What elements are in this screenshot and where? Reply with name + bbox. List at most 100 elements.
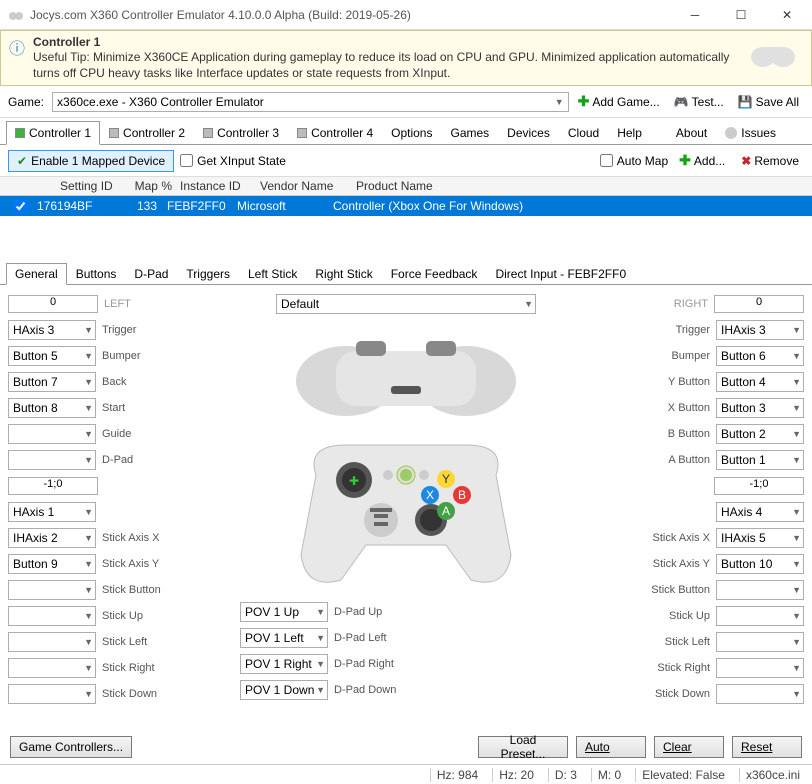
map-label: Stick Button xyxy=(102,584,200,596)
svg-text:Y: Y xyxy=(442,472,450,486)
window-title: Jocys.com X360 Controller Emulator 4.10.… xyxy=(30,8,672,22)
game-combo[interactable]: x360ce.exe - X360 Controller Emulator▼ xyxy=(52,92,569,112)
map-combo[interactable]: ▼ xyxy=(8,450,96,470)
map-label: RIGHT xyxy=(612,298,708,310)
map-combo[interactable]: ▼ xyxy=(8,580,96,600)
map-combo[interactable]: ▼ xyxy=(8,606,96,626)
map-combo[interactable]: Button 8▼ xyxy=(8,398,96,418)
value-display: 0 xyxy=(714,295,804,313)
device-columns: Setting ID Map % Instance ID Vendor Name… xyxy=(0,177,812,196)
tab-force-feedback[interactable]: Force Feedback xyxy=(382,263,487,285)
map-combo[interactable]: ▼ xyxy=(8,684,96,704)
device-checkbox[interactable] xyxy=(14,200,27,213)
maximize-button[interactable]: ☐ xyxy=(718,0,764,30)
map-combo[interactable]: Button 2▼ xyxy=(716,424,804,444)
map-combo[interactable]: Button 9▼ xyxy=(8,554,96,574)
tab-buttons[interactable]: Buttons xyxy=(67,263,126,285)
map-combo[interactable]: IHAxis 3▼ xyxy=(716,320,804,340)
add-device-button[interactable]: ✚Add... xyxy=(674,149,730,172)
map-combo[interactable]: ▼ xyxy=(8,658,96,678)
device-row[interactable]: 176194BF 133 FEBF2FF0 Microsoft Controll… xyxy=(0,196,812,216)
auto-button[interactable]: Auto xyxy=(576,736,646,758)
svg-text:A: A xyxy=(442,504,450,518)
status-m: M: 0 xyxy=(591,768,627,782)
map-combo[interactable]: ▼ xyxy=(716,658,804,678)
dpad-combo[interactable]: POV 1 Down▼ xyxy=(240,680,328,700)
map-label: B Button xyxy=(612,428,710,440)
get-xinput-checkbox[interactable]: Get XInput State xyxy=(180,154,286,168)
titlebar: Jocys.com X360 Controller Emulator 4.10.… xyxy=(0,0,812,30)
map-combo[interactable]: Button 3▼ xyxy=(716,398,804,418)
load-preset-button[interactable]: Load Preset... xyxy=(478,736,568,758)
device-toolbar: ✔Enable 1 Mapped Device Get XInput State… xyxy=(0,145,812,177)
tab-help[interactable]: Help xyxy=(608,121,651,145)
map-label: X Button xyxy=(612,402,710,414)
tab-controller-4[interactable]: Controller 4 xyxy=(288,121,382,145)
game-controllers-button[interactable]: Game Controllers... xyxy=(10,736,132,758)
tab-right-stick[interactable]: Right Stick xyxy=(306,263,381,285)
tab-devices[interactable]: Devices xyxy=(498,121,559,145)
map-combo[interactable]: Button 10▼ xyxy=(716,554,804,574)
map-combo[interactable]: Button 4▼ xyxy=(716,372,804,392)
automap-checkbox[interactable]: Auto Map xyxy=(600,154,668,168)
dpad-combo[interactable]: POV 1 Up▼ xyxy=(240,602,328,622)
clear-button[interactable]: Clear xyxy=(654,736,724,758)
map-combo[interactable]: ▼ xyxy=(716,580,804,600)
map-combo[interactable]: IHAxis 5▼ xyxy=(716,528,804,548)
map-combo[interactable]: ▼ xyxy=(8,424,96,444)
map-combo[interactable]: Button 5▼ xyxy=(8,346,96,366)
test-button[interactable]: 🎮Test... xyxy=(669,92,729,112)
dpad-combo[interactable]: POV 1 Left▼ xyxy=(240,628,328,648)
value-display: -1;0 xyxy=(8,477,98,495)
map-combo[interactable]: HAxis 4▼ xyxy=(716,502,804,522)
game-label: Game: xyxy=(8,95,44,109)
tab-direct-input[interactable]: Direct Input - FEBF2FF0 xyxy=(486,263,635,285)
status-ini: x360ce.ini xyxy=(739,768,806,782)
tab-games[interactable]: Games xyxy=(441,121,498,145)
tab-dpad[interactable]: D-Pad xyxy=(125,263,177,285)
tab-left-stick[interactable]: Left Stick xyxy=(239,263,306,285)
map-combo[interactable]: ▼ xyxy=(716,632,804,652)
tab-general[interactable]: General xyxy=(6,263,67,285)
tab-options[interactable]: Options xyxy=(382,121,441,145)
tab-about[interactable]: About xyxy=(667,121,716,145)
map-combo[interactable]: Button 6▼ xyxy=(716,346,804,366)
issues-icon xyxy=(725,127,737,139)
tab-controller-1[interactable]: Controller 1 xyxy=(6,121,100,145)
save-all-button[interactable]: 💾Save All xyxy=(733,92,804,112)
map-label: Stick Up xyxy=(102,610,200,622)
reset-button[interactable]: Reset xyxy=(732,736,802,758)
tab-controller-3[interactable]: Controller 3 xyxy=(194,121,288,145)
map-combo[interactable]: ▼ xyxy=(8,632,96,652)
map-combo[interactable]: Button 1▼ xyxy=(716,450,804,470)
map-combo[interactable]: ▼ xyxy=(716,606,804,626)
tab-issues[interactable]: Issues xyxy=(716,121,785,145)
plus-icon: ✚ xyxy=(578,93,590,110)
map-combo[interactable]: Button 7▼ xyxy=(8,372,96,392)
dpad-combo[interactable]: POV 1 Right▼ xyxy=(240,654,328,674)
tab-cloud[interactable]: Cloud xyxy=(559,121,608,145)
map-label: Stick Axis Y xyxy=(612,558,710,570)
map-combo[interactable]: HAxis 3▼ xyxy=(8,320,96,340)
enable-device-button[interactable]: ✔Enable 1 Mapped Device xyxy=(8,150,174,172)
close-button[interactable]: ✕ xyxy=(764,0,810,30)
map-label: Stick Right xyxy=(102,662,200,674)
map-combo[interactable]: ▼ xyxy=(716,684,804,704)
map-label: A Button xyxy=(612,454,710,466)
status-elevated: Elevated: False xyxy=(635,768,731,782)
map-label: Stick Axis X xyxy=(612,532,710,544)
tip-panel: ⓘ Controller 1 Useful Tip: Minimize X360… xyxy=(0,30,812,86)
map-combo[interactable]: IHAxis 2▼ xyxy=(8,528,96,548)
map-combo[interactable]: HAxis 1▼ xyxy=(8,502,96,522)
preset-combo[interactable]: Default▼ xyxy=(276,294,536,314)
remove-device-button[interactable]: ✖Remove xyxy=(736,151,804,171)
tab-triggers[interactable]: Triggers xyxy=(177,263,239,285)
minimize-button[interactable]: ─ xyxy=(672,0,718,30)
status-hz1: Hz: 984 xyxy=(430,768,484,782)
map-label: Stick Up xyxy=(612,610,710,622)
app-icon xyxy=(8,7,24,23)
map-label: Y Button xyxy=(612,376,710,388)
tab-controller-2[interactable]: Controller 2 xyxy=(100,121,194,145)
add-game-button[interactable]: ✚Add Game... xyxy=(573,90,665,113)
plus-icon: ✚ xyxy=(679,152,691,169)
